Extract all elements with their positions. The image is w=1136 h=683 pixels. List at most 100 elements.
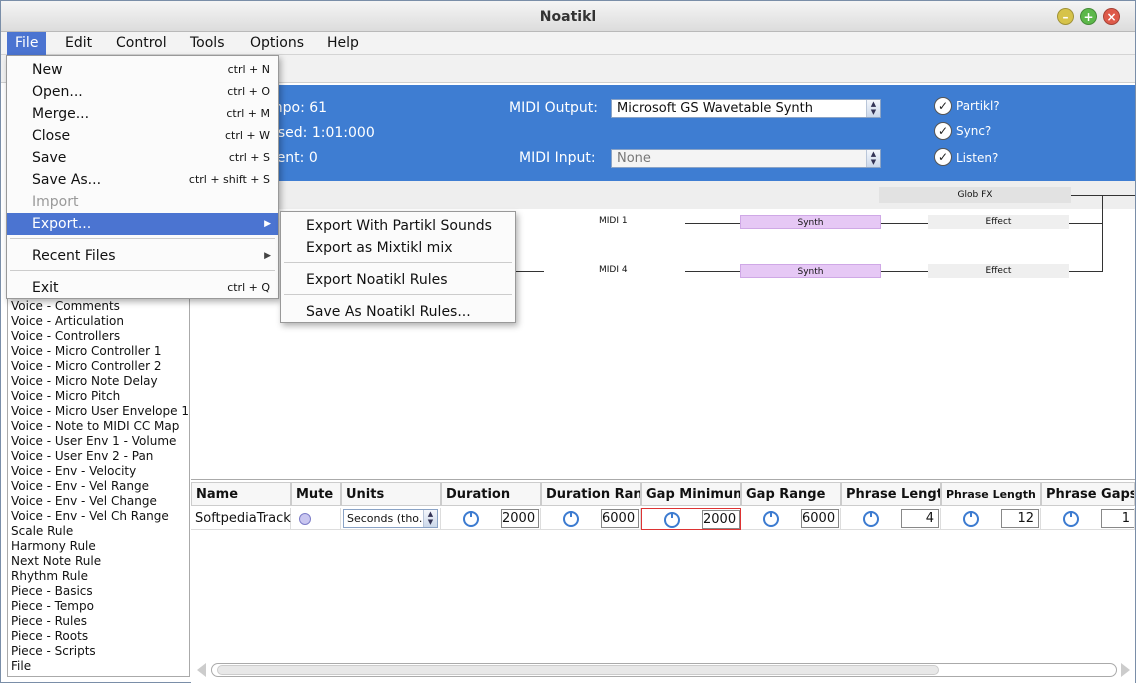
menu-item-export-mixtikl[interactable]: Export as Mixtikl mix (281, 237, 515, 259)
synth-node-4[interactable]: Synth (740, 264, 881, 278)
phrase-length-knob-icon[interactable] (863, 511, 879, 527)
menu-item-save[interactable]: Save ctrl + S (7, 147, 278, 169)
mute-radio[interactable] (299, 513, 311, 525)
elapsed-readout: psed: 1:01:000 (269, 125, 375, 141)
list-item[interactable]: Voice - Env - Vel Range (8, 479, 189, 494)
duration-input[interactable]: 2000 (501, 509, 539, 528)
list-item[interactable]: Voice - Controllers (8, 329, 189, 344)
col-header-phrase-length-range[interactable]: Phrase Length R... (941, 482, 1041, 506)
menu-help[interactable]: Help (319, 32, 367, 55)
menu-item-export-partikl[interactable]: Export With Partikl Sounds (281, 215, 515, 237)
menu-item-new[interactable]: New ctrl + N (7, 59, 278, 81)
duration-knob-icon[interactable] (463, 511, 479, 527)
minimize-icon[interactable]: – (1057, 8, 1074, 25)
select-arrows-icon: ▲ ▼ (866, 100, 880, 117)
gap-minimum-input[interactable]: 2000 (702, 510, 740, 529)
col-header-phrase-gaps[interactable]: Phrase Gaps (1041, 482, 1135, 506)
list-item[interactable]: Voice - Comments (8, 299, 189, 314)
list-item[interactable]: Piece - Rules (8, 614, 189, 629)
list-item[interactable]: Voice - Micro Pitch (8, 389, 189, 404)
list-item[interactable]: File (8, 659, 189, 674)
list-item[interactable]: Voice - User Env 2 - Pan (8, 449, 189, 464)
phrase-length-range-input[interactable]: 12 (1001, 509, 1039, 528)
list-item[interactable]: Voice - Env - Velocity (8, 464, 189, 479)
menu-item-exit[interactable]: Exit ctrl + Q (7, 277, 278, 299)
maximize-icon[interactable]: + (1080, 8, 1097, 25)
col-header-gap-range[interactable]: Gap Range (741, 482, 841, 506)
menu-item-save-as[interactable]: Save As... ctrl + shift + S (7, 169, 278, 191)
route-line (1069, 223, 1103, 224)
menu-item-recent-files[interactable]: Recent Files ▶ (7, 245, 278, 267)
menu-edit[interactable]: Edit (57, 32, 100, 55)
file-menu-dropdown: New ctrl + N Open... ctrl + O Merge... ctrl… (6, 55, 279, 299)
list-item[interactable]: Next Note Rule (8, 554, 189, 569)
phrase-gaps-knob-icon[interactable] (1063, 511, 1079, 527)
route-line (685, 223, 741, 224)
menu-bar: File Edit Control Tools Options Help (1, 32, 1135, 55)
col-header-duration[interactable]: Duration (441, 482, 541, 506)
menu-item-close[interactable]: Close ctrl + W (7, 125, 278, 147)
list-item[interactable]: Voice - Env - Vel Change (8, 494, 189, 509)
gap-minimum-knob-icon[interactable] (664, 512, 680, 528)
gap-range-knob-icon[interactable] (763, 511, 779, 527)
phrase-length-input[interactable]: 4 (901, 509, 939, 528)
col-header-name[interactable]: Name (191, 482, 291, 506)
col-header-gap-minimum[interactable]: Gap Minimum (641, 482, 741, 506)
listen-checkbox[interactable]: ✓ (934, 148, 952, 166)
route-line (1071, 195, 1135, 196)
units-select[interactable]: Seconds (tho... ▲ ▼ (343, 509, 438, 528)
effect-node-1[interactable]: Effect (928, 215, 1069, 229)
list-item[interactable]: Piece - Scripts (8, 644, 189, 659)
synth-node-1[interactable]: Synth (740, 215, 881, 229)
menu-tools[interactable]: Tools (182, 32, 233, 55)
menu-file[interactable]: File (7, 32, 47, 55)
submenu-arrow-icon: ▶ (264, 251, 271, 261)
table-row[interactable]: SoftpediaTrack (191, 508, 291, 530)
col-header-units[interactable]: Units (341, 482, 441, 506)
midi1-label: MIDI 1 (599, 216, 628, 226)
menu-item-label: Import (32, 194, 79, 210)
close-icon[interactable]: × (1103, 8, 1120, 25)
scroll-thumb[interactable] (217, 665, 939, 675)
menu-item-export-noatikl-rules[interactable]: Export Noatikl Rules (281, 269, 515, 291)
phrase-gaps-input[interactable]: 1 (1101, 509, 1134, 528)
midi-output-select[interactable]: Microsoft GS Wavetable Synth ▲ ▼ (611, 99, 881, 118)
list-item[interactable]: Voice - User Env 1 - Volume (8, 434, 189, 449)
list-item[interactable]: Piece - Roots (8, 629, 189, 644)
list-item[interactable]: Voice - Note to MIDI CC Map (8, 419, 189, 434)
voice-parameter-table: Name Mute Units Duration Duration Range … (191, 479, 1135, 683)
phrase-length-range-knob-icon[interactable] (963, 511, 979, 527)
menu-item-merge[interactable]: Merge... ctrl + M (7, 103, 278, 125)
gap-range-input[interactable]: 6000 (801, 509, 839, 528)
duration-range-input[interactable]: 6000 (601, 509, 639, 528)
scroll-right-icon[interactable] (1121, 663, 1130, 677)
midi-input-select[interactable]: None ▲ ▼ (611, 149, 881, 168)
menu-control[interactable]: Control (108, 32, 175, 55)
list-item[interactable]: Voice - Micro Controller 2 (8, 359, 189, 374)
menu-item-open[interactable]: Open... ctrl + O (7, 81, 278, 103)
glob-fx-node[interactable]: Glob FX (879, 187, 1071, 203)
scroll-left-icon[interactable] (197, 663, 206, 677)
list-item[interactable]: Piece - Basics (8, 584, 189, 599)
list-item[interactable]: Voice - Micro User Envelope 1 (8, 404, 189, 419)
col-header-phrase-length[interactable]: Phrase Length (841, 482, 941, 506)
sync-checkbox[interactable]: ✓ (934, 122, 952, 140)
list-item[interactable]: Harmony Rule (8, 539, 189, 554)
effect-node-4[interactable]: Effect (928, 264, 1069, 278)
list-item[interactable]: Voice - Articulation (8, 314, 189, 329)
list-item[interactable]: Voice - Env - Vel Ch Range (8, 509, 189, 524)
list-item[interactable]: Scale Rule (8, 524, 189, 539)
list-item[interactable]: Rhythm Rule (8, 569, 189, 584)
menu-options[interactable]: Options (242, 32, 312, 55)
menu-item-export[interactable]: Export... ▶ (7, 213, 278, 235)
col-header-mute[interactable]: Mute (291, 482, 341, 506)
menu-item-save-as-noatikl-rules[interactable]: Save As Noatikl Rules... (281, 301, 515, 323)
partikl-checkbox[interactable]: ✓ (934, 97, 952, 115)
window-title: Noatikl (539, 9, 597, 25)
list-item[interactable]: Voice - Micro Note Delay (8, 374, 189, 389)
horizontal-scrollbar[interactable] (197, 661, 1131, 679)
list-item[interactable]: Piece - Tempo (8, 599, 189, 614)
col-header-duration-range[interactable]: Duration Range (541, 482, 641, 506)
duration-range-knob-icon[interactable] (563, 511, 579, 527)
list-item[interactable]: Voice - Micro Controller 1 (8, 344, 189, 359)
